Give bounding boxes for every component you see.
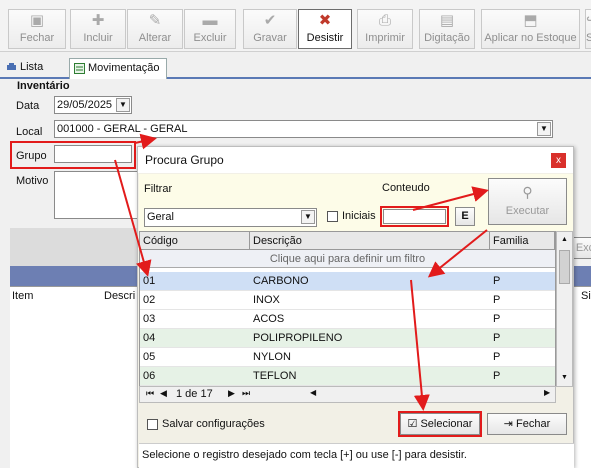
- arrow-to-executar: [412, 186, 489, 211]
- arrow-to-grid: [427, 229, 488, 278]
- arrow-to-dialog: [134, 133, 157, 150]
- arrow-to-filter-row: [114, 159, 152, 277]
- arrow-to-selecionar: [410, 279, 430, 411]
- annotation-arrows: [114, 133, 489, 411]
